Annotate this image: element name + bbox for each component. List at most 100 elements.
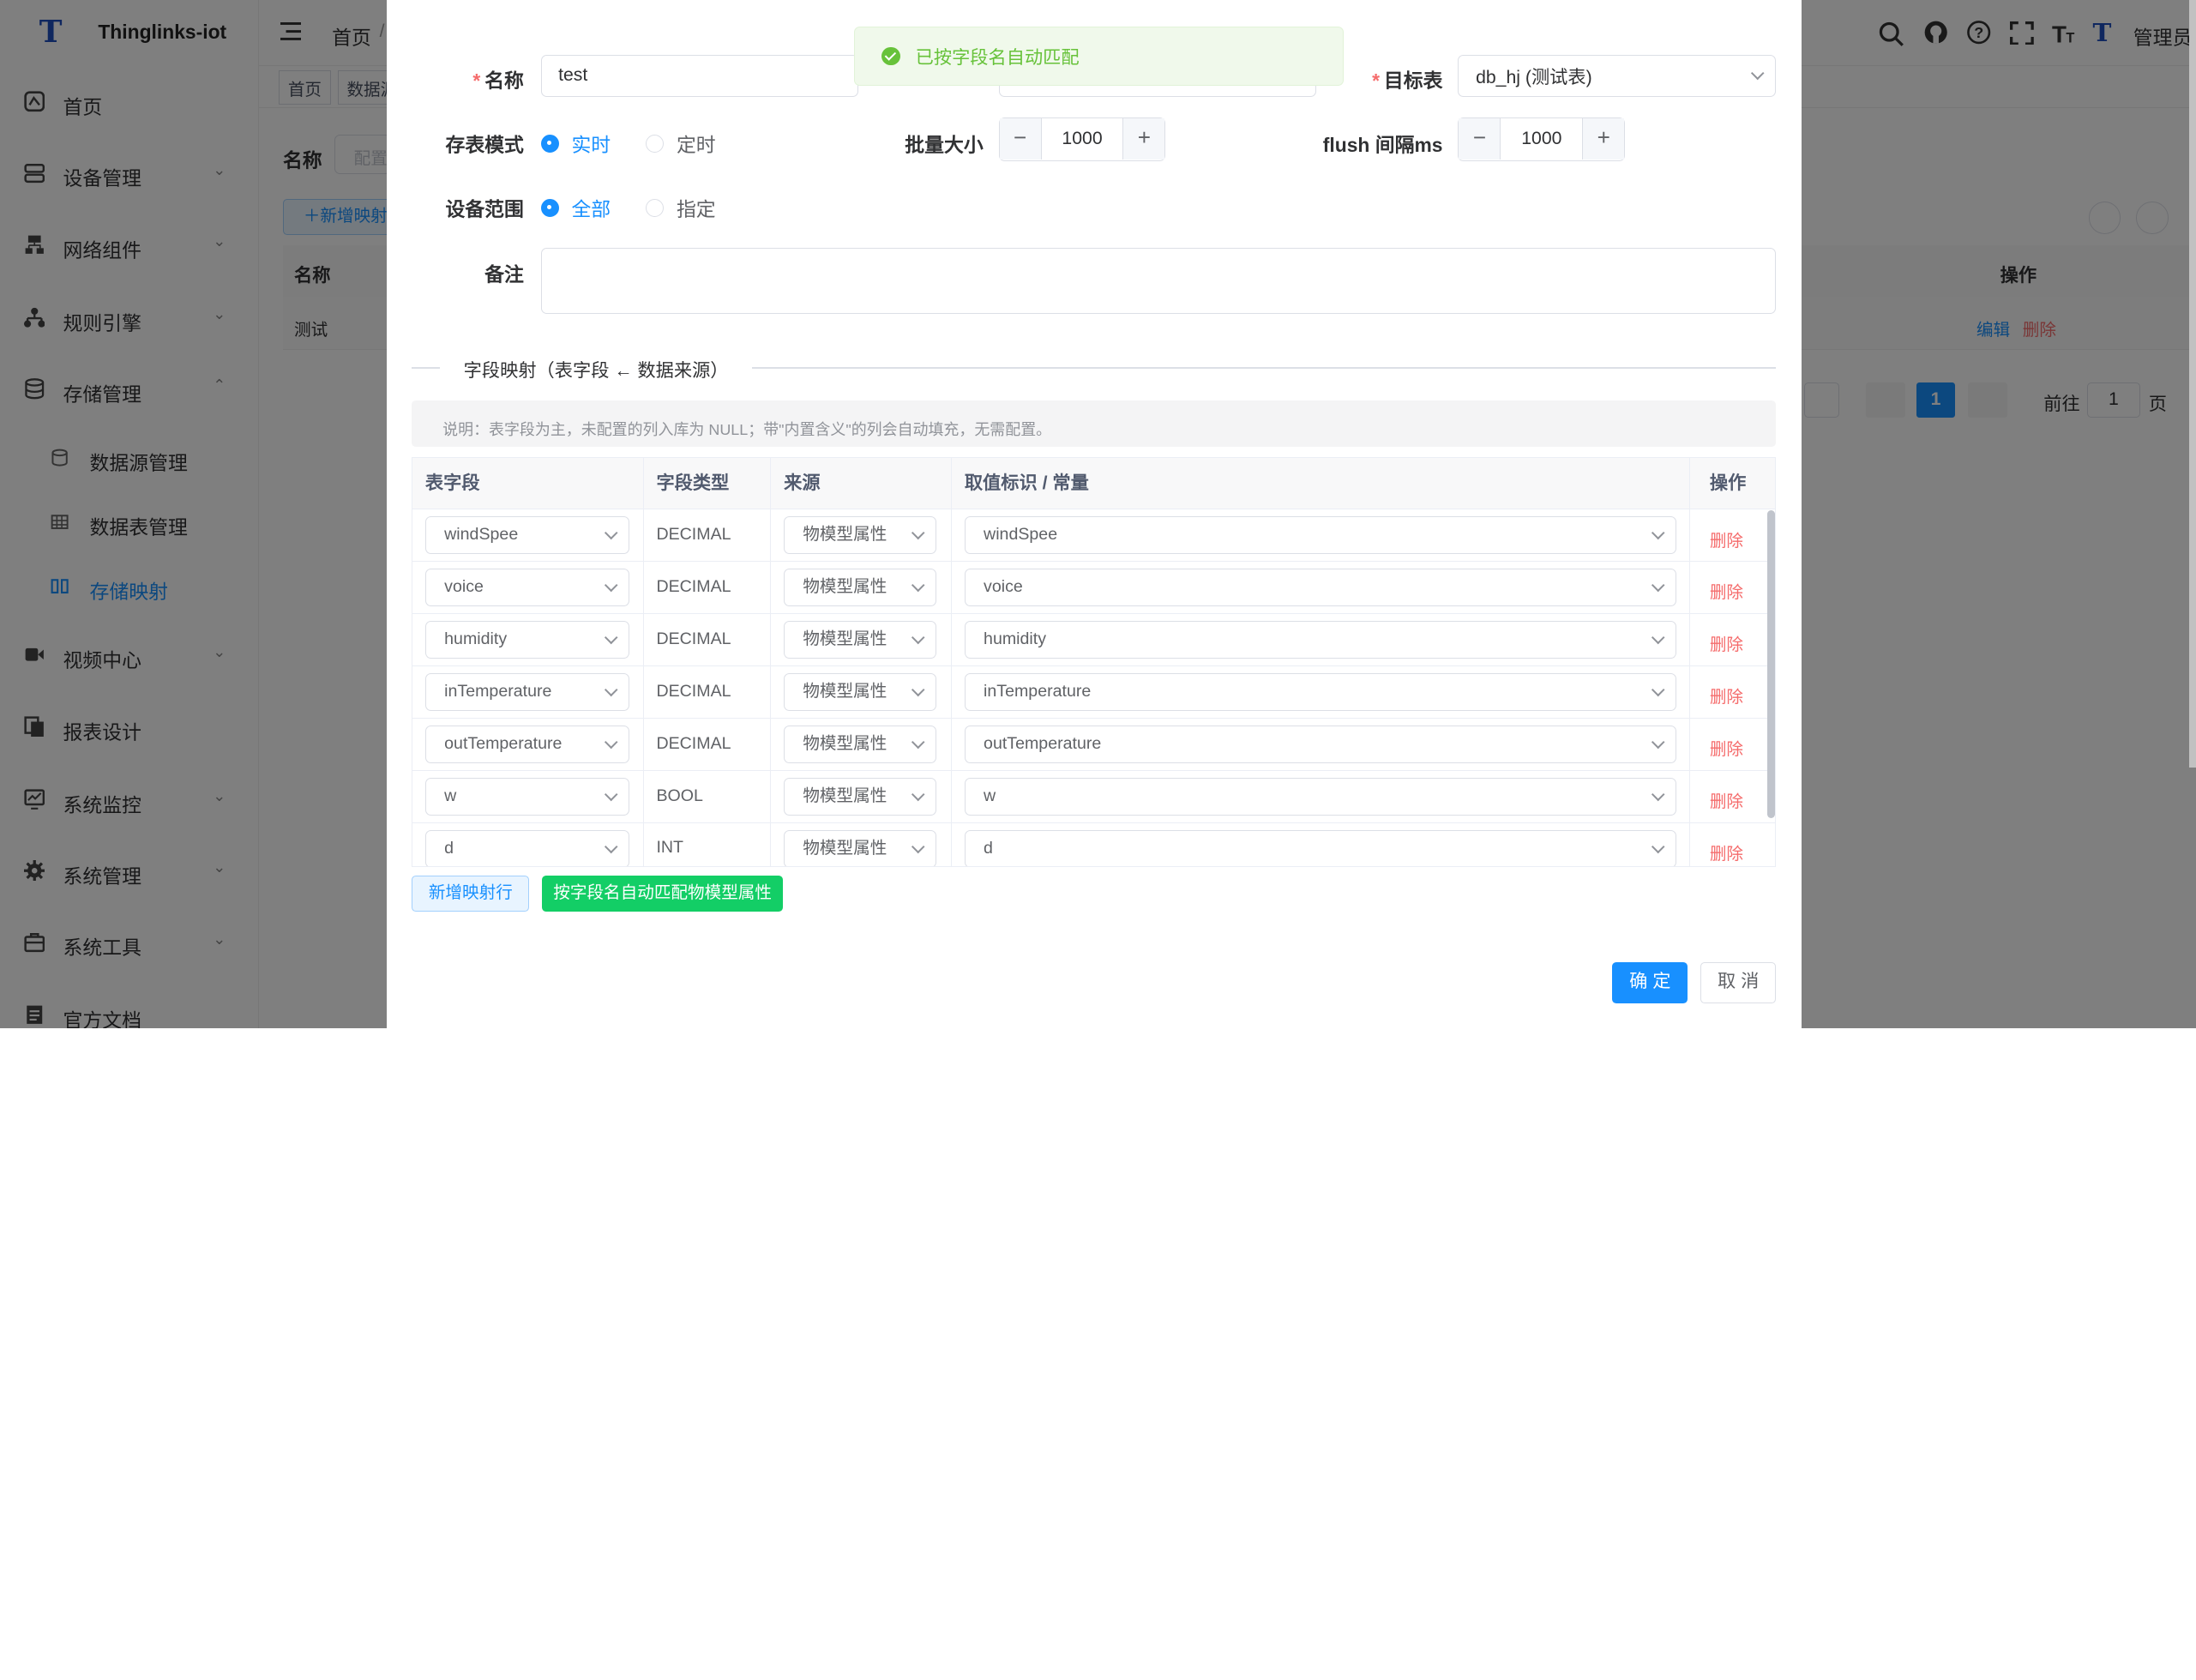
key-select[interactable]: windSpee [964,516,1676,555]
store-mode-realtime-radio[interactable]: 实时 [540,129,611,158]
key-cell: d [952,822,1690,867]
minus-icon[interactable]: − [1459,118,1501,160]
delete-row-link[interactable]: 删除 [1710,787,1743,812]
key-value: d [984,838,993,858]
type-value: DECIMAL [656,576,731,596]
flush-interval-stepper[interactable]: −1000 + [1458,117,1626,161]
field-select[interactable]: windSpee [424,516,630,555]
remark-label: 备注 [484,262,524,286]
section-title: 字段映射（表字段 ← 数据来源） [439,355,753,382]
action-cell: 删除 [1689,666,1776,719]
source-select[interactable]: 物模型属性 [784,672,937,711]
type-cell: INT [644,822,772,867]
chevron-down-icon [604,630,619,645]
key-select[interactable]: d [964,829,1676,867]
key-cell: outTemperature [952,718,1690,771]
add-mapping-row-button[interactable]: 新增映射行 [412,875,530,912]
field-select[interactable]: humidity [424,620,630,659]
key-select[interactable]: outTemperature [964,725,1676,763]
key-cell: w [952,770,1690,823]
source-select[interactable]: 物模型属性 [784,516,937,555]
field-select[interactable]: w [424,777,630,816]
type-value: DECIMAL [656,733,731,753]
source-select[interactable]: 物模型属性 [784,777,937,816]
name-label-text: 名称 [484,69,524,93]
field-cell: inTemperature [412,665,644,719]
source-select[interactable]: 物模型属性 [784,569,937,607]
table-scrollbar[interactable] [1767,509,1775,818]
delete-row-link[interactable]: 删除 [1710,630,1743,655]
batch-size-value[interactable]: 1000 [1042,118,1123,160]
key-value: voice [984,577,1023,597]
source-cell: 物模型属性 [771,509,953,562]
field-select[interactable]: d [424,829,630,867]
store-mode-scheduled-radio[interactable]: 定时 [646,129,716,158]
column-header: 表字段 [412,457,644,509]
chevron-down-icon [911,735,925,750]
name-input[interactable]: test [540,54,859,97]
plus-icon[interactable]: + [1122,118,1165,160]
action-cell: 删除 [1689,719,1776,771]
action-cell: 删除 [1689,562,1776,614]
delete-row-link[interactable]: 删除 [1710,578,1743,603]
key-select[interactable]: w [964,777,1676,816]
chevron-down-icon [604,735,619,750]
field-select[interactable]: inTemperature [424,672,630,711]
target-table-select[interactable]: db_hj (测试表) [1458,54,1777,97]
source-select[interactable]: 物模型属性 [784,725,937,763]
chevron-down-icon [1651,840,1665,854]
key-value: humidity [984,629,1047,648]
source-value: 物模型属性 [803,681,887,701]
plus-icon[interactable]: + [1582,118,1625,160]
delete-row-link[interactable]: 删除 [1710,683,1743,708]
delete-row-link[interactable]: 删除 [1710,840,1743,864]
remark-textarea[interactable] [540,248,1777,314]
key-value: inTemperature [984,681,1092,701]
confirm-button[interactable]: 确 定 [1612,962,1688,1003]
column-header: 操作 [1689,457,1776,509]
target-table-label-text: 目标表 [1383,69,1443,93]
source-cell: 物模型属性 [771,613,953,666]
source-select[interactable]: 物模型属性 [784,829,937,867]
cancel-button[interactable]: 取 消 [1700,962,1777,1003]
column-header: 来源 [771,457,953,509]
key-select[interactable]: voice [964,569,1676,607]
key-cell: voice [952,561,1690,614]
batch-size-label: 批量大小 [905,134,984,157]
field-select[interactable]: voice [424,569,630,607]
chevron-down-icon [911,526,925,540]
column-header: 字段类型 [643,457,772,509]
table-row: voice DECIMAL 物模型属性 voice 删除 [412,561,1776,614]
type-value: DECIMAL [656,524,731,544]
minus-icon[interactable]: − [999,118,1042,160]
field-select[interactable]: outTemperature [424,725,630,763]
batch-size-stepper[interactable]: −1000 + [998,117,1166,161]
chevron-down-icon [1651,735,1665,750]
source-cell: 物模型属性 [771,561,953,614]
device-scope-all-radio[interactable]: 全部 [540,193,611,222]
delete-row-link[interactable]: 删除 [1710,527,1743,551]
radio-label: 定时 [676,134,716,157]
type-cell: BOOL [643,770,772,823]
key-select[interactable]: inTemperature [964,672,1676,711]
key-select[interactable]: humidity [964,620,1676,659]
radio-unchecked-icon [646,134,665,153]
action-cell: 删除 [1689,771,1776,823]
auto-match-button[interactable]: 按字段名自动匹配物模型属性 [542,875,784,912]
flush-interval-value[interactable]: 1000 [1501,118,1582,160]
radio-unchecked-icon [646,198,665,218]
field-cell: outTemperature [412,718,644,771]
source-cell: 物模型属性 [771,665,953,719]
chevron-down-icon [1651,683,1665,697]
type-value: DECIMAL [656,681,731,701]
page-scrollbar[interactable] [2189,0,2196,768]
device-scope-specified-radio[interactable]: 指定 [646,193,716,222]
source-select[interactable]: 物模型属性 [784,620,937,659]
store-mode-label: 存表模式 [445,134,524,157]
delete-row-link[interactable]: 删除 [1710,735,1743,760]
key-value: w [984,786,996,805]
source-value: 物模型属性 [803,525,887,545]
radio-label: 指定 [676,198,716,221]
field-value: humidity [444,629,508,648]
table-row: windSpee DECIMAL 物模型属性 windSpee 删除 [412,509,1776,562]
